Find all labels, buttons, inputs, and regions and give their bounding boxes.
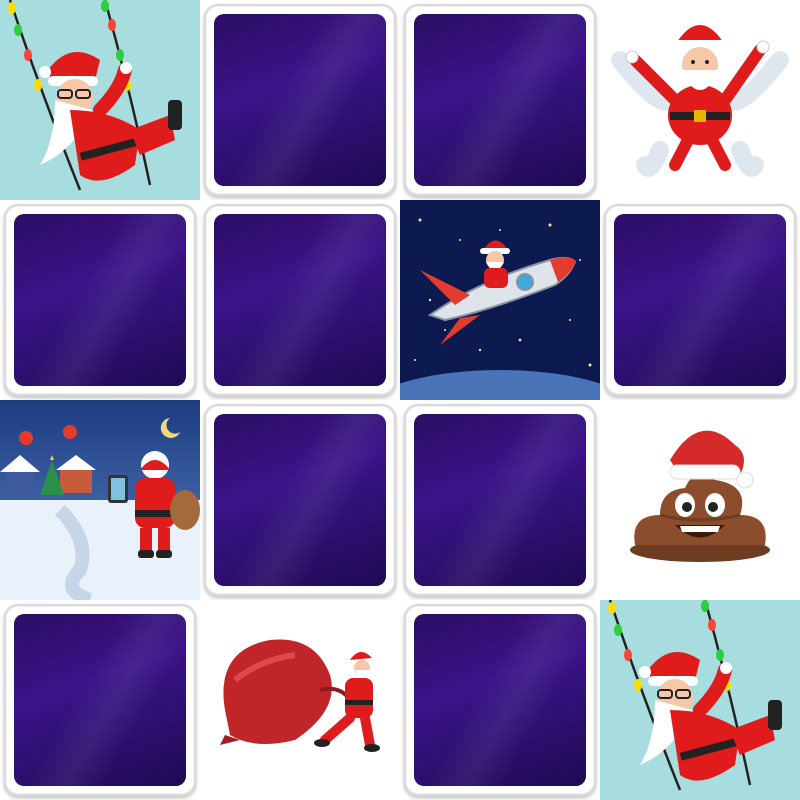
poop-emoji-santa-hat-card[interactable] [600,400,800,600]
card-back[interactable] [604,204,796,396]
card-r2-c3[interactable] [400,200,600,400]
card-back-panel [414,14,586,186]
card-r2-c1[interactable] [0,200,200,400]
card-back-panel [214,14,386,186]
card-back[interactable] [404,404,596,596]
card-back[interactable] [4,604,196,796]
card-r1-c4[interactable] [600,0,800,200]
card-back[interactable] [4,204,196,396]
card-back-panel [14,614,186,786]
card-r4-c3[interactable] [400,600,600,800]
santa-on-swing-card[interactable] [0,0,200,200]
memory-game-board [0,0,800,800]
card-r4-c4[interactable] [600,600,800,800]
card-back-panel [214,214,386,386]
card-r1-c1[interactable] [0,0,200,200]
poop-emoji-santa-hat-image [600,400,800,600]
santa-on-swing-image [600,600,800,800]
card-back-panel [14,214,186,386]
card-r3-c1[interactable] [0,400,200,600]
card-r3-c2[interactable] [200,400,400,600]
santa-with-map-image [0,400,200,600]
card-r3-c3[interactable] [400,400,600,600]
card-back-panel [414,414,586,586]
card-r3-c4[interactable] [600,400,800,600]
santa-pulling-sack-card[interactable] [200,600,400,800]
card-r4-c2[interactable] [200,600,400,800]
card-back[interactable] [404,4,596,196]
santa-with-map-card[interactable] [0,400,200,600]
santa-on-rocket-card[interactable] [400,200,600,400]
card-back-panel [214,414,386,586]
santa-on-rocket-image [400,200,600,400]
card-back[interactable] [204,204,396,396]
card-back-panel [614,214,786,386]
card-r1-c3[interactable] [400,0,600,200]
card-back[interactable] [204,404,396,596]
card-r4-c1[interactable] [0,600,200,800]
card-back-panel [414,614,586,786]
santa-snow-angel-card[interactable] [600,0,800,200]
card-back[interactable] [404,604,596,796]
santa-snow-angel-image [600,0,800,200]
card-r2-c2[interactable] [200,200,400,400]
card-r1-c2[interactable] [200,0,400,200]
card-r2-c4[interactable] [600,200,800,400]
card-back[interactable] [204,4,396,196]
santa-pulling-sack-image [200,600,400,800]
santa-on-swing-card[interactable] [600,600,800,800]
santa-on-swing-image [0,0,200,200]
